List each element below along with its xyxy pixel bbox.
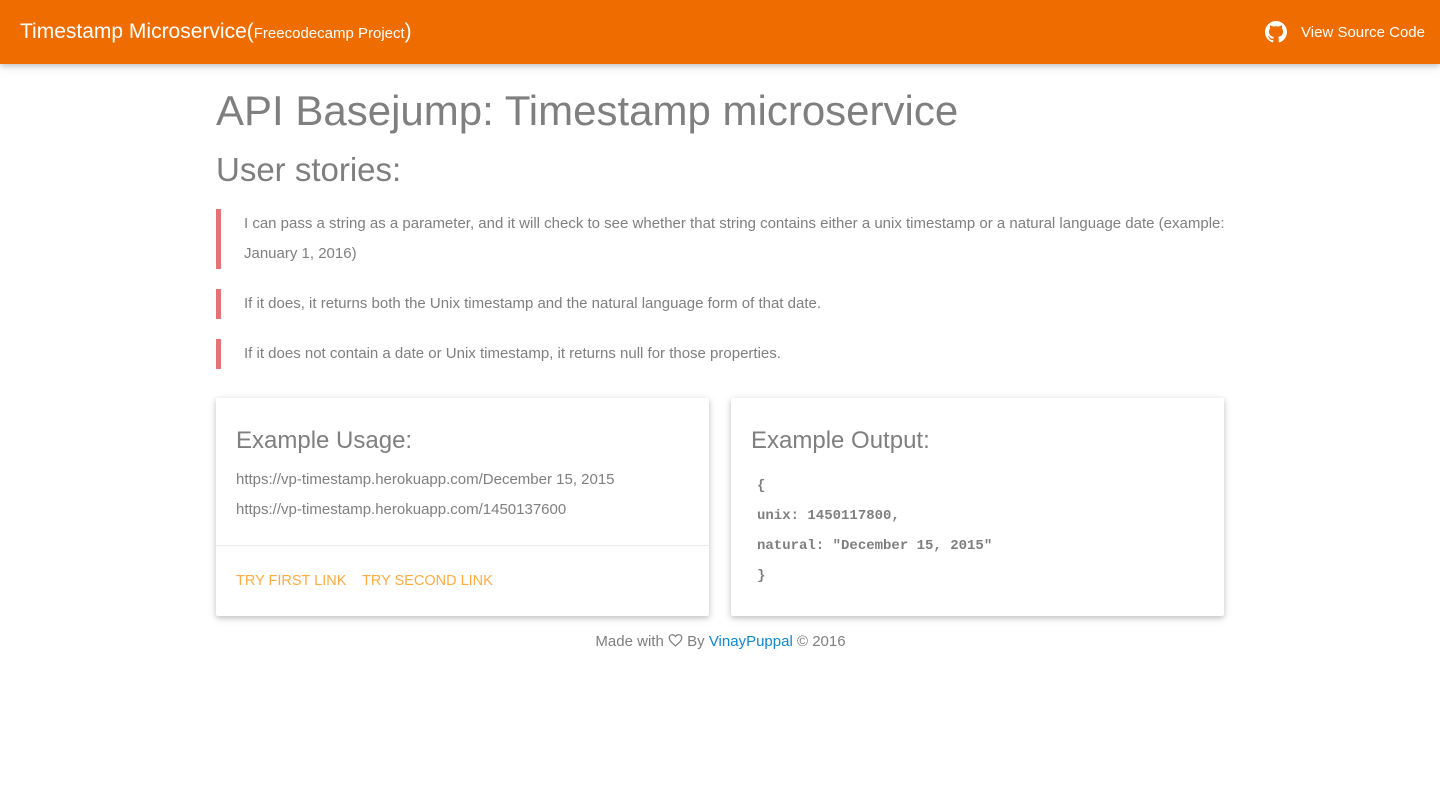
view-source-code-label: View Source Code: [1301, 23, 1425, 41]
author-link[interactable]: VinayPuppal: [709, 633, 793, 650]
user-story-2: If it does, it returns both the Unix tim…: [216, 289, 1225, 319]
output-code-line: unix: 1450117800,: [757, 508, 900, 524]
github-icon: [1265, 21, 1288, 43]
example-usage-title: Example Usage:: [236, 427, 413, 454]
brand-close-paren: ): [404, 20, 412, 43]
brand-main-text: Timestamp Microservice: [20, 20, 247, 43]
page-title: API Basejump: Timestamp microservice: [216, 87, 959, 134]
example-output-card: Example Output: { unix: 1450117800, natu…: [731, 398, 1224, 616]
brand-sub-text: Freecodecamp Project: [253, 25, 405, 42]
card-action-divider: [216, 545, 709, 546]
usage-line-unix: https://vp-timestamp.herokuapp.com/14501…: [236, 501, 567, 518]
brand-logo-text[interactable]: Timestamp Microservice(Freecodecamp Proj…: [20, 19, 412, 47]
page-footer: Made with By VinayPuppal © 2016: [216, 630, 1225, 654]
user-story-3: If it does not contain a date or Unix ti…: [216, 339, 1225, 369]
heart-icon: [668, 634, 683, 647]
output-code-line: {: [757, 478, 766, 494]
try-first-link-button[interactable]: Try first link: [236, 566, 346, 596]
footer-by: By: [687, 633, 705, 650]
top-navbar: Timestamp Microservice(Freecodecamp Proj…: [0, 0, 1440, 64]
example-output-title: Example Output:: [751, 427, 930, 454]
try-second-link-button[interactable]: Try second link: [362, 566, 493, 596]
example-usage-card: Example Usage: https://vp-timestamp.hero…: [216, 398, 709, 616]
output-code-line: }: [757, 568, 766, 584]
usage-line-date: https://vp-timestamp.herokuapp.com/Decem…: [236, 471, 615, 488]
brand-open-paren: (: [246, 20, 254, 43]
output-code-line: natural: "December 15, 2015": [757, 538, 993, 554]
user-story-1: I can pass a string as a parameter, and …: [216, 209, 1225, 269]
footer-copyright: © 2016: [796, 633, 846, 650]
footer-made-with: Made with: [595, 633, 664, 650]
user-stories-heading: User stories:: [216, 151, 402, 188]
view-source-code-link[interactable]: View Source Code: [1265, 20, 1425, 44]
